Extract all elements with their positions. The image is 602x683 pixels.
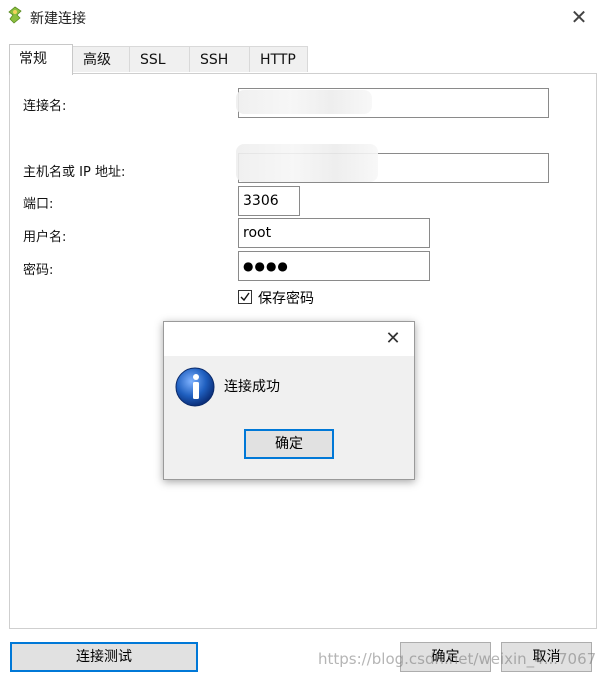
connection-name-label: 连接名: [23, 99, 67, 114]
tab-ssh[interactable]: SSH [189, 46, 250, 72]
redacted-blur [236, 144, 378, 182]
user-label: 用户名: [23, 230, 67, 245]
test-connection-button[interactable]: 连接测试 [10, 642, 198, 672]
dialog-ok-button[interactable]: 确定 [244, 429, 334, 459]
dialog-titlebar [164, 322, 414, 356]
checkmark-icon [240, 292, 250, 302]
tab-http[interactable]: HTTP [249, 46, 308, 72]
password-field[interactable]: ●●●● [238, 251, 430, 281]
redacted-blur [236, 90, 372, 114]
info-icon [175, 367, 215, 407]
save-password-label[interactable]: 保存密码 [258, 288, 314, 308]
tab-general[interactable]: 常规 [9, 44, 73, 75]
tab-bar: 常规 高级 SSL SSH HTTP [9, 44, 597, 75]
password-label: 密码: [23, 263, 54, 278]
window-title: 新建连接 [30, 11, 86, 27]
window-close-button[interactable]: ✕ [567, 6, 591, 28]
dialog-close-button[interactable]: ✕ [382, 328, 404, 350]
dialog-message: 连接成功 [224, 379, 280, 395]
connection-icon [8, 6, 22, 24]
host-label: 主机名或 IP 地址: [23, 165, 126, 180]
port-field[interactable]: 3306 [238, 186, 300, 216]
tab-ssl[interactable]: SSL [129, 46, 190, 72]
save-password-checkbox[interactable] [238, 290, 252, 304]
user-field[interactable]: root [238, 218, 430, 248]
tab-advanced[interactable]: 高级 [72, 46, 130, 72]
success-dialog: ✕ 连接成功 确定 [163, 321, 415, 480]
window-titlebar: 新建连接 ✕ [0, 0, 602, 34]
port-label: 端口: [23, 197, 54, 212]
watermark: https://blog.csdn.net/weixin_4...7067 [318, 650, 597, 668]
